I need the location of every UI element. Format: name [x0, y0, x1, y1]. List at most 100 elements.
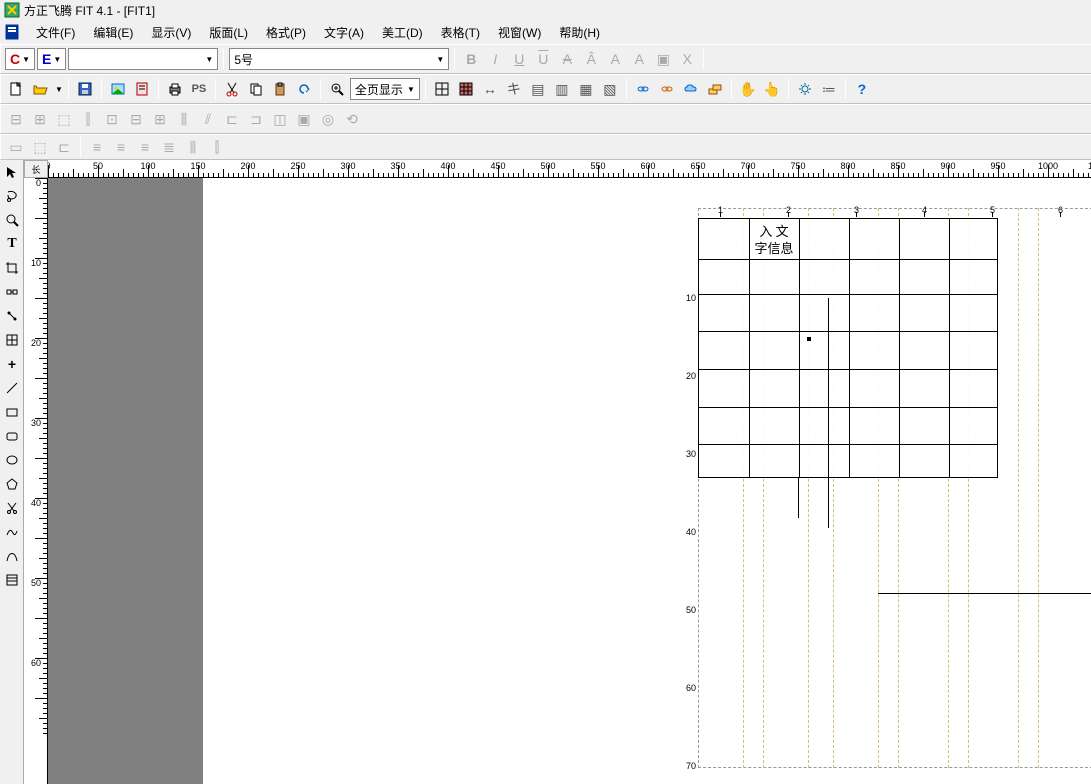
dist-3[interactable]: ⬚ — [53, 108, 75, 130]
menu-text[interactable]: 文字(A) — [316, 22, 372, 43]
menu-window[interactable]: 视窗(W) — [490, 22, 549, 43]
align-2[interactable]: ⬚ — [29, 136, 51, 158]
italic-button[interactable]: I — [484, 48, 506, 70]
dist-2[interactable]: ⊞ — [29, 108, 51, 130]
shadow-button[interactable]: A — [628, 48, 650, 70]
dist-12[interactable]: ◫ — [269, 108, 291, 130]
settings-button[interactable]: ≔ — [818, 78, 840, 100]
link-a-button[interactable] — [632, 78, 654, 100]
ps-button[interactable]: PS — [188, 78, 210, 100]
scissors-tool[interactable] — [1, 497, 23, 519]
dist-9[interactable]: ⫽ — [197, 108, 219, 130]
align-dist[interactable]: ⫼ — [182, 136, 204, 158]
align-spread[interactable]: ⫿ — [206, 136, 228, 158]
plus-tool[interactable]: + — [1, 353, 23, 375]
canvas[interactable]: 123456 入 文 — [48, 178, 1091, 784]
hand-b-button[interactable]: 👆 — [761, 78, 783, 100]
align-1[interactable]: ▭ — [5, 136, 27, 158]
print-button[interactable] — [164, 78, 186, 100]
menu-layout[interactable]: 版面(L) — [201, 22, 256, 43]
dist-6[interactable]: ⊟ — [125, 108, 147, 130]
cols4-button[interactable]: ▧ — [599, 78, 621, 100]
save-button[interactable] — [74, 78, 96, 100]
grid-b-button[interactable] — [455, 78, 477, 100]
table-box[interactable]: 入 文 字信息 — [698, 218, 998, 478]
text-tool[interactable]: T — [1, 233, 23, 255]
align-3[interactable]: ⊏ — [53, 136, 75, 158]
clear-fmt-button[interactable]: X — [676, 48, 698, 70]
overline-button[interactable]: U — [532, 48, 554, 70]
dist-13[interactable]: ▣ — [293, 108, 315, 130]
gear-button[interactable] — [794, 78, 816, 100]
hatch-tool[interactable] — [1, 569, 23, 591]
font-size-select[interactable]: 5号▼ — [229, 48, 449, 70]
table-tool[interactable] — [1, 329, 23, 351]
help-button[interactable]: ? — [851, 78, 873, 100]
e-lang-button[interactable]: E▼ — [37, 48, 66, 70]
open-dropdown[interactable]: ▼ — [55, 85, 63, 94]
outline-button[interactable]: A — [604, 48, 626, 70]
import-text-button[interactable] — [131, 78, 153, 100]
roundrect-tool[interactable] — [1, 425, 23, 447]
rect-tool[interactable] — [1, 401, 23, 423]
ruler-corner[interactable]: 长 — [24, 160, 48, 178]
align-justify[interactable]: ≣ — [158, 136, 180, 158]
curve-tool[interactable] — [1, 521, 23, 543]
dist-11[interactable]: ⊐ — [245, 108, 267, 130]
underline-button[interactable]: U — [508, 48, 530, 70]
new-button[interactable] — [5, 78, 27, 100]
dist-7[interactable]: ⊞ — [149, 108, 171, 130]
crop-tool[interactable] — [1, 257, 23, 279]
grid-a-button[interactable] — [431, 78, 453, 100]
menu-format[interactable]: 格式(P) — [258, 22, 314, 43]
dagger-button[interactable]: キ — [503, 78, 525, 100]
stack-button[interactable] — [704, 78, 726, 100]
dist-14[interactable]: ◎ — [317, 108, 339, 130]
dist-1[interactable]: ⊟ — [5, 108, 27, 130]
pointer-tool[interactable] — [1, 161, 23, 183]
paste-button[interactable] — [269, 78, 291, 100]
font-name-select[interactable]: ▼ — [68, 48, 218, 70]
menu-table[interactable]: 表格(T) — [433, 22, 488, 43]
ellipse-tool[interactable] — [1, 449, 23, 471]
menu-edit[interactable]: 编辑(E) — [85, 22, 141, 43]
align-center[interactable]: ≡ — [110, 136, 132, 158]
zoom-select[interactable]: 全页显示▼ — [350, 78, 420, 100]
accent-button[interactable]: Â — [580, 48, 602, 70]
cols2-button[interactable]: ▥ — [551, 78, 573, 100]
link-b-button[interactable] — [656, 78, 678, 100]
dist-10[interactable]: ⊏ — [221, 108, 243, 130]
zoom-in-button[interactable] — [326, 78, 348, 100]
c-lang-button[interactable]: C▼ — [5, 48, 35, 70]
arrow-cross-button[interactable]: ↔ — [479, 78, 501, 100]
cloud-button[interactable] — [680, 78, 702, 100]
link-tool[interactable] — [1, 281, 23, 303]
import-img-button[interactable] — [107, 78, 129, 100]
polygon-tool[interactable] — [1, 473, 23, 495]
menu-help[interactable]: 帮助(H) — [551, 22, 608, 43]
zoom-tool[interactable] — [1, 209, 23, 231]
open-button[interactable] — [29, 78, 51, 100]
align-left[interactable]: ≡ — [86, 136, 108, 158]
ruler-horizontal[interactable]: 0501001502002503003504004505005506006507… — [48, 160, 1091, 178]
menu-art[interactable]: 美工(D) — [374, 22, 431, 43]
cols1-button[interactable]: ▤ — [527, 78, 549, 100]
strike-button[interactable]: A — [556, 48, 578, 70]
undo-button[interactable] — [293, 78, 315, 100]
line-tool[interactable] — [1, 377, 23, 399]
align-right[interactable]: ≡ — [134, 136, 156, 158]
dist-8[interactable]: ⫼ — [173, 108, 195, 130]
dist-5[interactable]: ⊡ — [101, 108, 123, 130]
dist-4[interactable]: ⫿ — [77, 108, 99, 130]
node-tool[interactable] — [1, 305, 23, 327]
ruler-vertical[interactable]: 0102030405060 — [24, 178, 48, 784]
hand-a-button[interactable]: ✋ — [737, 78, 759, 100]
cols3-button[interactable]: ▦ — [575, 78, 597, 100]
menu-file[interactable]: 文件(F) — [28, 22, 83, 43]
bold-button[interactable]: B — [460, 48, 482, 70]
cut-button[interactable] — [221, 78, 243, 100]
box-a-button[interactable]: ▣ — [652, 48, 674, 70]
copy-button[interactable] — [245, 78, 267, 100]
dist-15[interactable]: ⟲ — [341, 108, 363, 130]
lasso-tool[interactable] — [1, 185, 23, 207]
